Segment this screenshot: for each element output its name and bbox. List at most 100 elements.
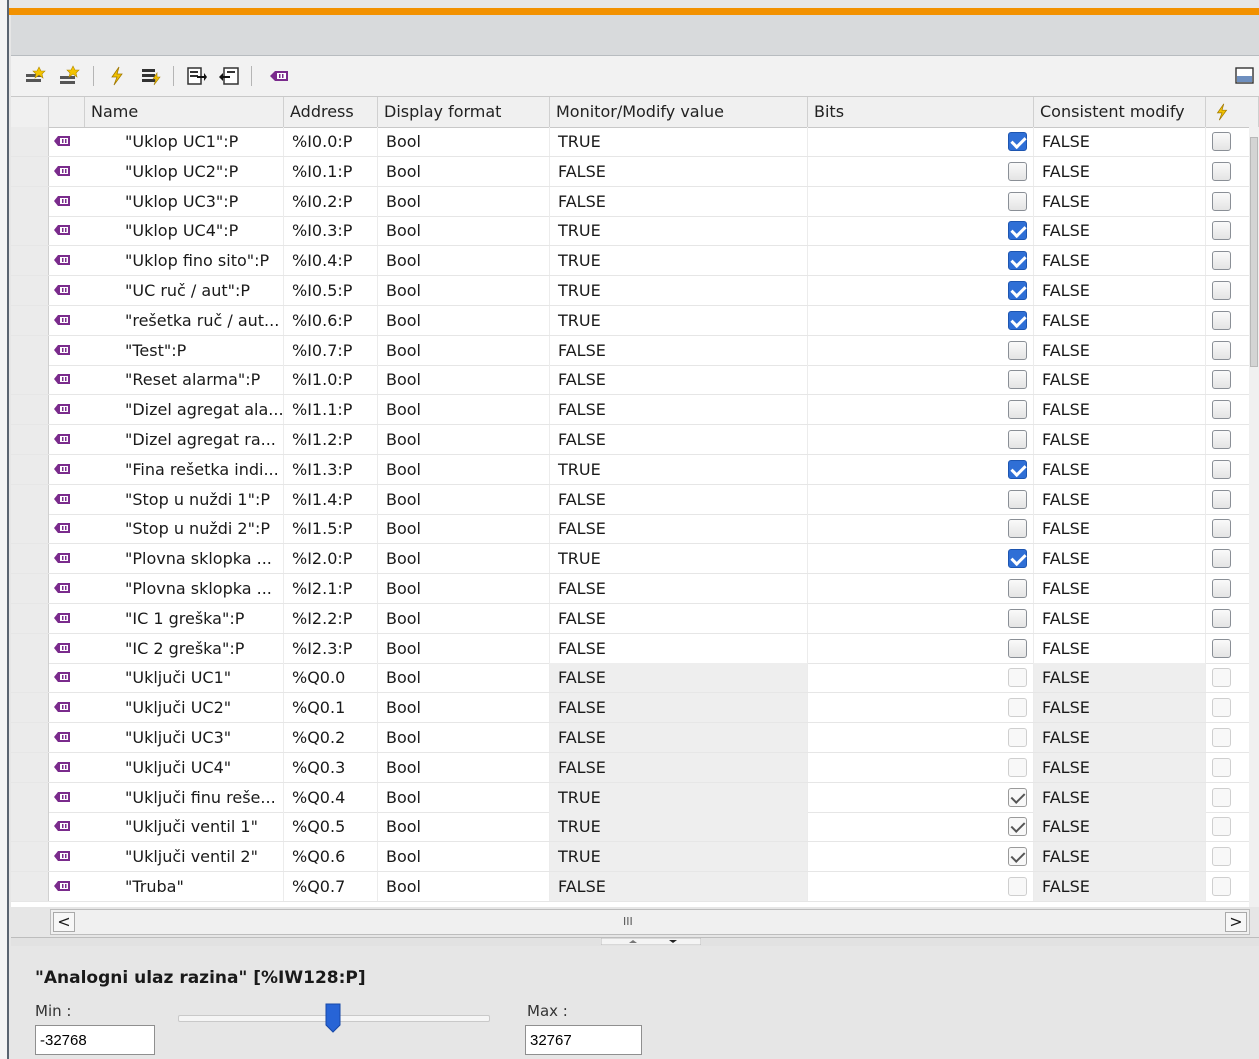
address-cell[interactable]: %I1.3:P [284,454,378,484]
table-row[interactable]: "Stop u nuždi 1":P %I1.4:P Bool FALSE FALSE [11,484,1259,515]
address-column-header[interactable]: Address [284,97,378,127]
monitor-value-cell[interactable]: FALSE [550,484,808,514]
consistent-modify-cell[interactable]: FALSE [1034,127,1206,156]
address-cell[interactable]: %Q0.7 [284,872,378,901]
bits-cell[interactable] [808,693,1034,723]
bits-cell[interactable] [808,544,1034,574]
address-cell[interactable]: %Q0.5 [284,812,378,842]
trigger-checkbox[interactable] [1212,877,1231,896]
bit-checkbox[interactable] [1008,132,1027,151]
trigger-checkbox[interactable] [1212,370,1231,390]
tag-name-cell[interactable]: "Fina rešetka indi... [85,454,284,484]
row-selector[interactable] [11,872,49,901]
tag-name-cell[interactable]: "Uključi ventil 1" [85,812,284,842]
monitor-now-icon[interactable] [217,64,241,88]
trigger-checkbox[interactable] [1212,817,1231,837]
table-row[interactable]: "Uključi UC1" %Q0.0 Bool FALSE FALSE [11,663,1259,694]
address-cell[interactable]: %Q0.1 [284,693,378,723]
row-selector[interactable] [11,544,49,574]
table-row[interactable]: "Dizel agregat ala... %I1.1:P Bool FALSE FAL… [11,395,1259,426]
bit-checkbox[interactable] [1008,877,1027,896]
value-slider-thumb[interactable] [325,1003,341,1033]
bits-cell[interactable] [808,574,1034,603]
modify-now-icon[interactable] [105,64,129,88]
table-row[interactable]: "Uklop UC4":P %I0.3:P Bool TRUE FALSE [11,216,1259,247]
tag-name-cell[interactable]: "Uklop UC2":P [85,156,284,186]
monitor-value-cell[interactable]: FALSE [550,365,808,395]
table-row[interactable]: "Uključi UC3" %Q0.2 Bool FALSE FALSE [11,723,1259,753]
monitor-value-cell[interactable]: FALSE [550,574,808,603]
scroll-left-button[interactable]: < [53,912,75,932]
bit-checkbox[interactable] [1008,579,1027,598]
consistent-modify-cell[interactable]: FALSE [1034,574,1206,603]
bits-cell[interactable] [808,782,1034,812]
address-cell[interactable]: %I1.2:P [284,425,378,454]
consistent-modify-cell[interactable]: FALSE [1034,842,1206,872]
display-format-cell[interactable]: Bool [378,752,550,782]
row-selector[interactable] [11,246,49,276]
consistent-modify-cell[interactable]: FALSE [1034,693,1206,723]
trigger-checkbox[interactable] [1212,310,1231,330]
trigger-checkbox[interactable] [1212,400,1231,420]
address-cell[interactable]: %I0.3:P [284,216,378,246]
consistent-modify-cell[interactable]: FALSE [1034,276,1206,305]
vertical-scroll-thumb[interactable] [1250,137,1258,367]
table-row[interactable]: "rešetka ruč / aut... %I0.6:P Bool TRUE FALS… [11,305,1259,336]
trigger-checkbox[interactable] [1212,638,1231,658]
bits-cell[interactable] [808,156,1034,186]
display-format-cell[interactable]: Bool [378,544,550,574]
display-format-cell[interactable]: Bool [378,663,550,693]
bits-cell[interactable] [808,276,1034,305]
tag-name-cell[interactable]: "Uklop fino sito":P [85,246,284,276]
monitor-value-cell[interactable]: FALSE [550,633,808,663]
bit-checkbox[interactable] [1008,728,1027,747]
table-row[interactable]: "Plovna sklopka ... %I2.0:P Bool TRUE FALSE [11,544,1259,575]
address-cell[interactable]: %I1.1:P [284,395,378,425]
row-selector[interactable] [11,156,49,186]
address-cell[interactable]: %I0.0:P [284,127,378,156]
row-selector[interactable] [11,186,49,216]
row-selector[interactable] [11,484,49,514]
monitor-value-cell[interactable]: TRUE [550,305,808,335]
consistent-modify-cell[interactable]: FALSE [1034,812,1206,842]
vertical-scrollbar[interactable] [1249,127,1259,907]
consistent-modify-cell[interactable]: FALSE [1034,425,1206,454]
name-column-header[interactable]: Name [85,97,284,127]
address-cell[interactable]: %I0.5:P [284,276,378,305]
row-selector[interactable] [11,812,49,842]
address-cell[interactable]: %I0.1:P [284,156,378,186]
tag-name-cell[interactable]: "Plovna sklopka ... [85,574,284,603]
tag-name-cell[interactable]: "Dizel agregat ala... [85,395,284,425]
bits-cell[interactable] [808,305,1034,335]
row-selector[interactable] [11,663,49,693]
consistent-modify-cell[interactable]: FALSE [1034,723,1206,752]
display-format-cell[interactable]: Bool [378,603,550,633]
display-format-cell[interactable]: Bool [378,186,550,216]
trigger-checkbox[interactable] [1212,847,1231,867]
bits-cell[interactable] [808,514,1034,544]
monitor-value-cell[interactable]: TRUE [550,842,808,872]
bits-cell[interactable] [808,603,1034,633]
table-row[interactable]: "Reset alarma":P %I1.0:P Bool FALSE FALSE [11,365,1259,396]
display-format-cell[interactable]: Bool [378,574,550,603]
bits-cell[interactable] [808,633,1034,663]
consistent-modify-cell[interactable]: FALSE [1034,395,1206,425]
bits-cell[interactable] [808,752,1034,782]
tag-name-cell[interactable]: "Uključi UC4" [85,752,284,782]
table-row[interactable]: "Test":P %I0.7:P Bool FALSE FALSE [11,335,1259,366]
row-selector[interactable] [11,842,49,872]
consistent-modify-cell[interactable]: FALSE [1034,663,1206,693]
tag-name-cell[interactable]: "Test":P [85,335,284,365]
row-selector[interactable] [11,693,49,723]
bit-checkbox[interactable] [1008,161,1027,181]
panel-layout-icon[interactable] [1233,64,1257,88]
tag-name-cell[interactable]: "rešetka ruč / aut... [85,305,284,335]
bits-cell[interactable] [808,663,1034,693]
consistent-modify-cell[interactable]: FALSE [1034,186,1206,216]
monitor-value-cell[interactable]: FALSE [550,514,808,544]
address-cell[interactable]: %I2.1:P [284,574,378,603]
tag-name-cell[interactable]: "UC ruč / aut":P [85,276,284,305]
table-row[interactable]: "Truba" %Q0.7 Bool FALSE FALSE [11,872,1259,902]
address-cell[interactable]: %Q0.0 [284,663,378,693]
consistent-modify-cell[interactable]: FALSE [1034,872,1206,901]
